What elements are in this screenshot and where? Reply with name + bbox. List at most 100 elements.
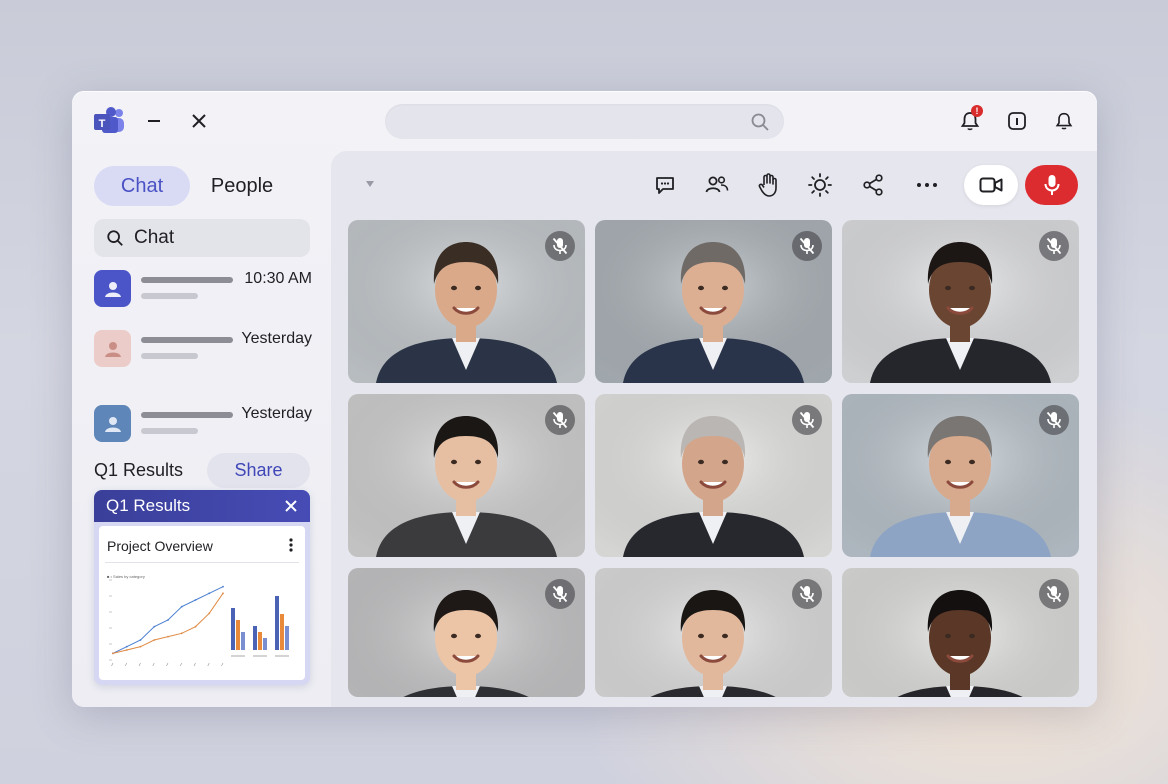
effects-button[interactable] [807, 172, 833, 198]
chat-name-placeholder [141, 337, 233, 343]
avatar [94, 330, 131, 367]
mic-off-icon [792, 231, 822, 261]
chart-point [125, 645, 128, 648]
participant-video-tile[interactable] [348, 220, 585, 383]
participant-video-tile[interactable] [348, 568, 585, 697]
chart-bar [258, 632, 262, 650]
info-button[interactable] [1005, 109, 1029, 133]
chart-point [180, 632, 183, 635]
chart-point [194, 625, 197, 628]
mic-off-icon [792, 579, 822, 609]
meeting-toolbar [331, 151, 1097, 219]
participant-video-tile[interactable] [348, 394, 585, 557]
mic-off-icon [545, 579, 575, 609]
search-bar[interactable] [385, 104, 784, 139]
chat-time: Yesterday [241, 330, 312, 347]
chart-x-tick [221, 662, 224, 667]
close-button[interactable] [187, 109, 211, 133]
tab-people[interactable]: People [198, 166, 286, 206]
info-icon [1008, 112, 1026, 130]
chart-point [222, 592, 224, 595]
share-button[interactable]: Share [207, 453, 310, 488]
search-input[interactable] [401, 104, 741, 139]
chat-list-item[interactable]: Yesterday [94, 330, 312, 370]
sidebar: Chat People Chat 10:30 AM Yesterday Yest… [72, 151, 331, 707]
microphone-icon [1044, 175, 1059, 195]
chat-list-item[interactable]: 10:30 AM [94, 270, 312, 310]
more-options-button[interactable] [914, 172, 940, 198]
chart-point [139, 639, 142, 641]
chat-preview-placeholder [141, 293, 198, 299]
chart-x-tick [193, 662, 196, 667]
card-header: Q1 Results [94, 490, 310, 522]
person-icon [104, 281, 121, 297]
chart-point [167, 619, 169, 621]
raise-hand-button[interactable] [755, 172, 781, 198]
chart-legend: ■ • Sales by category [107, 574, 145, 579]
bell-icon [1055, 112, 1073, 130]
activity-button[interactable] [1052, 109, 1076, 133]
camera-toggle-button[interactable] [964, 165, 1018, 205]
people-button[interactable] [704, 172, 730, 198]
mic-off-icon [1039, 405, 1069, 435]
chat-search[interactable]: Chat [94, 219, 310, 257]
participant-video-tile[interactable] [595, 568, 832, 697]
teams-logo-icon: T [92, 107, 126, 135]
mini-chart: ■ • Sales by category [107, 574, 289, 667]
chart-point [208, 592, 211, 595]
chart-bar [280, 614, 284, 650]
chart-bar [285, 626, 289, 650]
chart-bar [263, 638, 267, 650]
chat-list-item[interactable]: Yesterday [94, 405, 312, 445]
chart-point [139, 645, 142, 648]
mic-off-icon [545, 405, 575, 435]
chart-point [125, 649, 128, 651]
participant-video-tile[interactable] [842, 568, 1079, 697]
tab-chat[interactable]: Chat [94, 166, 190, 206]
chat-time: 10:30 AM [244, 270, 312, 287]
chat-preview-placeholder [141, 428, 198, 434]
participant-video-tile[interactable] [842, 394, 1079, 557]
chevron-down-icon[interactable] [366, 181, 374, 187]
chart-x-tick [138, 662, 141, 667]
chart-bar [241, 632, 245, 650]
people-icon [705, 176, 729, 193]
chart-x-tick [179, 662, 183, 667]
chat-preview-placeholder [141, 353, 198, 359]
svg-text:T: T [99, 118, 106, 130]
chart-point [194, 599, 197, 601]
participant-video-tile[interactable] [595, 220, 832, 383]
video-camera-icon [979, 177, 1003, 193]
card-header-title: Q1 Results [106, 496, 191, 515]
minimize-button[interactable] [142, 109, 166, 133]
card-preview: Project Overview ■ • Sales by category [99, 526, 305, 680]
mic-off-icon [545, 231, 575, 261]
title-bar: T ! [72, 91, 1097, 151]
microphone-toggle-button[interactable] [1025, 165, 1078, 205]
chat-name-placeholder [141, 412, 233, 418]
chart-point [208, 612, 211, 615]
more-icon [917, 183, 937, 187]
chart-point [153, 639, 156, 641]
meeting-stage [331, 151, 1097, 707]
chart-bar [253, 626, 257, 650]
participant-video-tile[interactable] [595, 394, 832, 557]
chat-search-label: Chat [134, 227, 175, 248]
shared-file-label: Q1 Results [94, 460, 184, 480]
search-icon [107, 230, 123, 246]
chart-x-tick [124, 662, 128, 667]
avatar [94, 270, 131, 307]
chart-x-tick [152, 662, 155, 667]
chat-button[interactable] [652, 172, 678, 198]
share-icon [863, 174, 883, 196]
mic-off-icon [1039, 579, 1069, 609]
participant-video-tile[interactable] [842, 220, 1079, 383]
shared-file-card[interactable]: Q1 Results Project Overview ■ • Sales by… [94, 490, 310, 685]
share-screen-button[interactable] [860, 172, 886, 198]
avatar [94, 405, 131, 442]
mic-off-icon [1039, 231, 1069, 261]
notifications-button[interactable]: ! [958, 105, 983, 133]
raise-hand-icon [758, 173, 777, 197]
chart-point [222, 585, 224, 588]
close-icon[interactable] [282, 497, 300, 515]
